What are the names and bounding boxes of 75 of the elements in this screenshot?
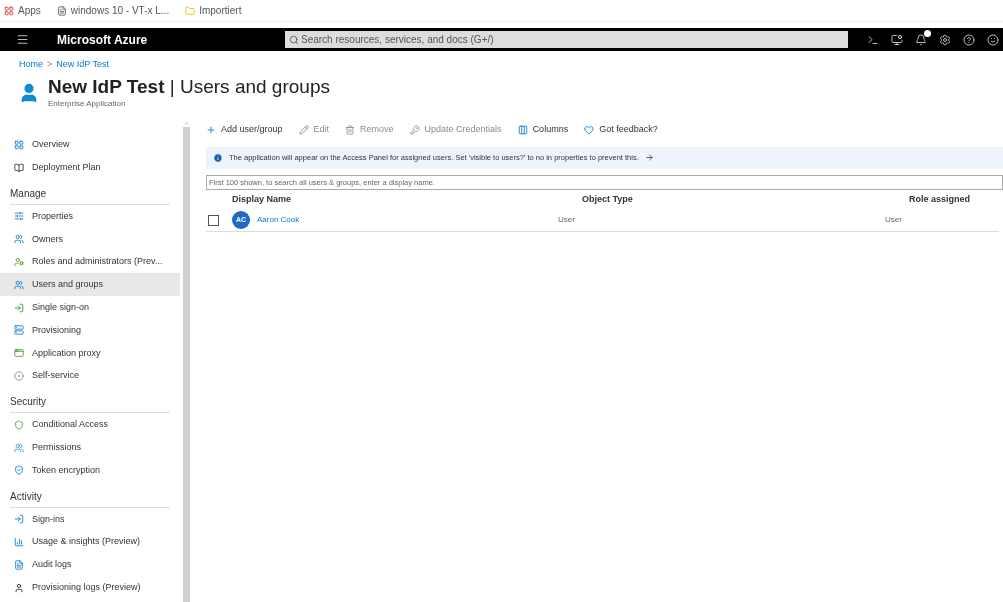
- people-icon: [14, 234, 24, 245]
- sidebar-item[interactable]: Single sign-on: [0, 296, 180, 320]
- sidebar-item[interactable]: Sign-ins: [0, 507, 180, 531]
- monitor-gear-icon[interactable]: [891, 33, 903, 46]
- sliders-icon: [14, 211, 24, 222]
- sidebar-item[interactable]: Overview: [0, 133, 180, 157]
- page-title: New IdP Test | Users and groups: [48, 75, 330, 98]
- chart-icon: [14, 537, 24, 548]
- toolbar-button[interactable]: Add user/group: [206, 122, 283, 137]
- breadcrumb-link[interactable]: Home: [19, 58, 43, 72]
- sidebar-item[interactable]: Self-service: [0, 364, 180, 388]
- sidebar-item[interactable]: Roles and administrators (Prev...: [0, 250, 180, 274]
- trash-icon: [345, 124, 356, 135]
- table-cell-text: User: [885, 214, 903, 226]
- terminal-icon[interactable]: [867, 33, 879, 46]
- window-icon: [14, 348, 24, 359]
- sign-in-icon: [14, 514, 24, 525]
- row-checkbox[interactable]: [208, 214, 219, 226]
- server-icon: [14, 325, 24, 336]
- people-icon: [14, 279, 24, 290]
- key-icon: [409, 124, 420, 135]
- pencil-icon: [298, 124, 309, 135]
- arrow-icon[interactable]: [644, 153, 654, 162]
- table-cell-text: User: [558, 214, 576, 226]
- bookmark[interactable]: Apps: [4, 3, 41, 18]
- page-icon: [56, 5, 67, 16]
- bookmark[interactable]: windows 10 - VT-x L...: [56, 3, 170, 18]
- sidebar-item[interactable]: Users and groups: [0, 273, 180, 297]
- user-link[interactable]: Aaron Cook: [257, 214, 300, 226]
- sidebar-item[interactable]: Deployment Plan: [0, 156, 180, 180]
- sidebar-item[interactable]: Properties: [0, 205, 180, 228]
- bookmark[interactable]: Importiert: [185, 3, 242, 18]
- toolbar-button[interactable]: Got feedback?: [584, 122, 658, 137]
- sidebar-item[interactable]: Provisioning logs (Preview): [0, 576, 180, 600]
- sidebar-heading: Manage: [10, 183, 170, 206]
- search-icon: [289, 34, 299, 45]
- folder-icon: [185, 5, 196, 16]
- person-icon: [14, 582, 24, 593]
- sidebar-item[interactable]: Owners: [0, 227, 180, 251]
- page-subtitle: Enterprise Application: [48, 97, 127, 110]
- shield-icon: [14, 419, 24, 430]
- breadcrumb-link[interactable]: New IdP Test: [56, 58, 109, 72]
- sign-in-icon: [14, 302, 24, 313]
- settings-icon[interactable]: [939, 33, 951, 46]
- document-icon: [14, 559, 24, 570]
- people-icon: [14, 442, 24, 453]
- sidebar-heading: Security: [10, 391, 170, 414]
- column-header[interactable]: Object Type: [582, 192, 909, 207]
- smiley-icon[interactable]: [987, 33, 999, 46]
- grid-icon: [14, 139, 24, 150]
- circle-icon: [14, 371, 24, 382]
- grid-icon: [4, 5, 14, 16]
- sidebar-item[interactable]: Permissions: [0, 436, 180, 460]
- column-header[interactable]: Display Name: [232, 192, 582, 207]
- toolbar-button[interactable]: Columns: [517, 122, 569, 137]
- book-icon: [14, 162, 24, 173]
- columns-icon: [517, 124, 528, 135]
- sidebar-item[interactable]: Usage & insights (Preview): [0, 530, 180, 554]
- sidebar-item[interactable]: Application proxy: [0, 341, 180, 365]
- help-icon[interactable]: [963, 33, 975, 46]
- breadcrumb-separator: >: [47, 58, 53, 71]
- search-field[interactable]: Search resources, services, and docs (G+/): [285, 31, 848, 48]
- app-title: Microsoft Azure: [57, 31, 149, 49]
- sidebar-item[interactable]: Provisioning: [0, 319, 180, 342]
- heart-icon: [584, 124, 595, 135]
- plus-icon: [206, 124, 216, 135]
- sidebar-item[interactable]: Token encryption: [0, 459, 180, 482]
- sidebar-item[interactable]: Conditional Access: [0, 413, 180, 437]
- sidebar-item[interactable]: Audit logs: [0, 553, 180, 577]
- column-header[interactable]: Role assigned: [909, 192, 1003, 207]
- menu-icon[interactable]: [16, 33, 29, 46]
- person-gear-icon: [14, 257, 24, 268]
- info-icon: [213, 152, 223, 163]
- sidebar-heading: Activity: [10, 485, 170, 508]
- shield-icon: [14, 465, 24, 476]
